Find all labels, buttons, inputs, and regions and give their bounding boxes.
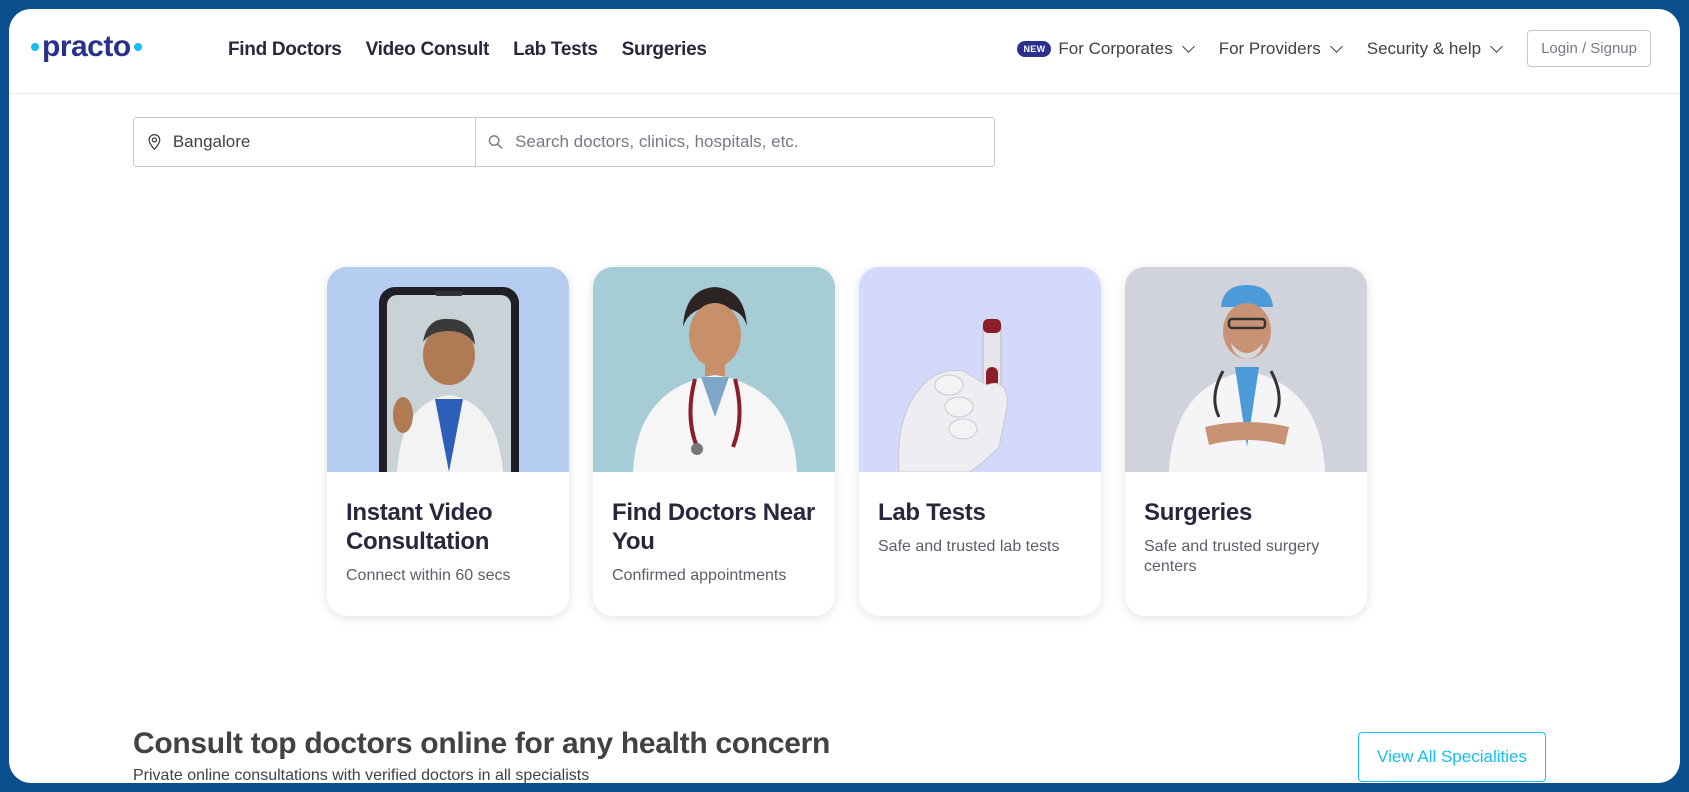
top-header: practo Find Doctors Video Consult Lab Te… (9, 9, 1680, 94)
find-doctors-image (593, 267, 835, 472)
for-providers-menu[interactable]: For Providers (1218, 38, 1343, 59)
secondary-nav: NEW For Corporates For Providers Securit… (1017, 30, 1651, 67)
consult-heading: Consult top doctors online for any healt… (133, 727, 831, 760)
security-help-menu[interactable]: Security & help (1366, 38, 1503, 59)
search-bar (133, 117, 995, 167)
view-all-specialities-button[interactable]: View All Specialities (1358, 732, 1546, 782)
card-subtitle: Safe and trusted surgery centers (1144, 538, 1320, 575)
card-surgeries[interactable]: Surgeries Safe and trusted surgery cente… (1125, 267, 1367, 616)
chevron-down-icon (1181, 39, 1195, 53)
practo-logo[interactable]: practo (31, 27, 142, 67)
card-title: Lab Tests (878, 499, 986, 526)
card-title: Find Doctors Near You (612, 499, 815, 555)
page-frame: practo Find Doctors Video Consult Lab Te… (9, 9, 1680, 783)
location-field[interactable] (134, 118, 476, 166)
test-tube-hand-illustration (898, 318, 1008, 472)
for-corporates-label: For Corporates (1058, 38, 1173, 58)
chevron-down-icon (1329, 39, 1343, 53)
chevron-down-icon (1490, 39, 1503, 53)
service-cards: Instant Video Consultation Connect withi… (327, 267, 1367, 616)
card-title: Instant Video Consultation (346, 499, 493, 555)
query-field[interactable] (476, 118, 994, 166)
card-subtitle: Confirmed appointments (612, 567, 787, 584)
lab-tests-image (859, 267, 1101, 472)
search-input[interactable] (513, 131, 994, 153)
security-help-label: Security & help (1366, 38, 1482, 58)
surgeon-illustration (1169, 285, 1325, 472)
card-video-consultation[interactable]: Instant Video Consultation Connect withi… (327, 267, 569, 616)
card-subtitle: Safe and trusted lab tests (878, 538, 1060, 555)
logo-dot-right (133, 43, 142, 51)
nav-video-consult[interactable]: Video Consult (366, 39, 490, 61)
location-input[interactable] (170, 131, 475, 153)
location-pin-icon (148, 134, 161, 151)
doctor-illustration (633, 287, 797, 472)
video-consult-image (327, 267, 569, 472)
consult-subheading: Private online consultations with verifi… (133, 767, 590, 783)
logo-wordmark: practo (42, 30, 131, 63)
nav-lab-tests[interactable]: Lab Tests (513, 39, 598, 61)
card-subtitle: Connect within 60 secs (346, 567, 511, 584)
card-find-doctors[interactable]: Find Doctors Near You Confirmed appointm… (593, 267, 835, 616)
logo-dot-left (31, 43, 39, 51)
new-badge: NEW (1017, 40, 1052, 57)
phone-doctor-illustration (379, 287, 519, 472)
nav-find-doctors[interactable]: Find Doctors (228, 39, 342, 61)
card-lab-tests[interactable]: Lab Tests Safe and trusted lab tests (859, 267, 1101, 616)
search-icon (488, 135, 503, 149)
card-title: Surgeries (1144, 499, 1253, 526)
surgeries-image (1125, 267, 1367, 472)
for-providers-label: For Providers (1218, 38, 1321, 58)
login-signup-button[interactable]: Login / Signup (1527, 30, 1651, 67)
main-nav: Find Doctors Video Consult Lab Tests Sur… (228, 39, 707, 61)
for-corporates-menu[interactable]: NEW For Corporates (1017, 38, 1195, 59)
nav-surgeries[interactable]: Surgeries (622, 39, 707, 61)
